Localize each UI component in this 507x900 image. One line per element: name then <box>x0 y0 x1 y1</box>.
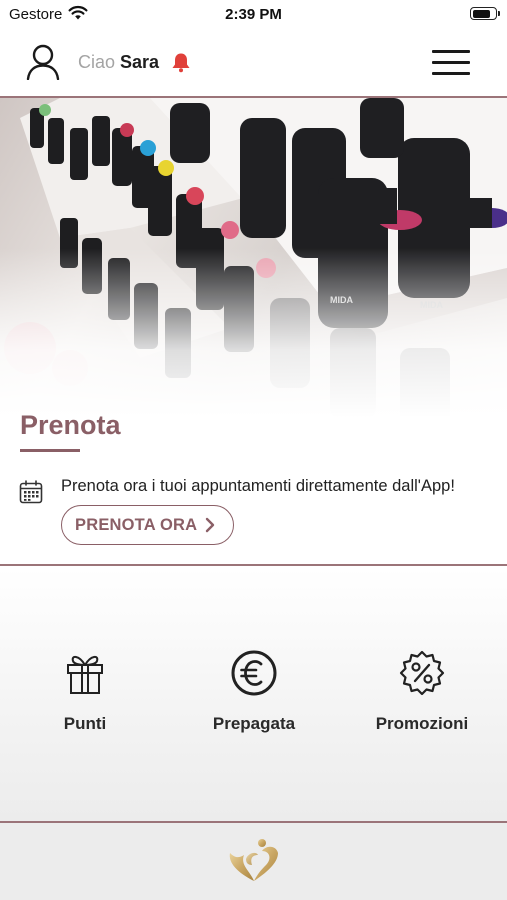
feature-label: Punti <box>63 714 107 733</box>
calendar-icon <box>19 480 43 509</box>
feature-label: Prepagata <box>212 714 296 733</box>
features-panel: Punti Prepagata Promozioni <box>0 568 507 821</box>
title-underline <box>20 449 80 452</box>
euro-icon <box>184 648 324 698</box>
feature-promozioni[interactable]: Promozioni <box>352 648 492 734</box>
greeting-label: Ciao <box>78 52 116 72</box>
section-divider <box>0 564 507 566</box>
user-name: Sara <box>120 52 160 72</box>
feature-punti[interactable]: Punti <box>15 648 155 734</box>
battery-icon <box>470 7 500 20</box>
footer <box>0 823 507 900</box>
brand-logo <box>226 837 282 888</box>
user-icon[interactable] <box>26 44 60 85</box>
section-title: Prenota <box>20 410 121 440</box>
battery-level <box>472 9 491 18</box>
gift-icon <box>15 648 155 698</box>
booking-description: Prenota ora i tuoi appuntamenti direttam… <box>61 477 455 495</box>
status-time: 2:39 PM <box>225 6 282 23</box>
hero-image: MIDA MIDA <box>0 98 507 418</box>
discount-badge-icon <box>352 648 492 698</box>
book-now-label: PRENOTA ORA <box>75 515 198 534</box>
status-bar: Gestore 2:39 PM <box>0 0 507 30</box>
app-header: Ciao Sara <box>0 30 507 96</box>
menu-icon[interactable] <box>432 50 470 76</box>
feature-prepagata[interactable]: Prepagata <box>184 648 324 734</box>
feature-label: Promozioni <box>375 714 469 733</box>
chevron-right-icon <box>205 517 215 533</box>
book-now-button[interactable]: PRENOTA ORA <box>61 505 234 545</box>
bell-icon[interactable] <box>171 52 191 78</box>
greeting: Ciao Sara <box>78 52 159 73</box>
